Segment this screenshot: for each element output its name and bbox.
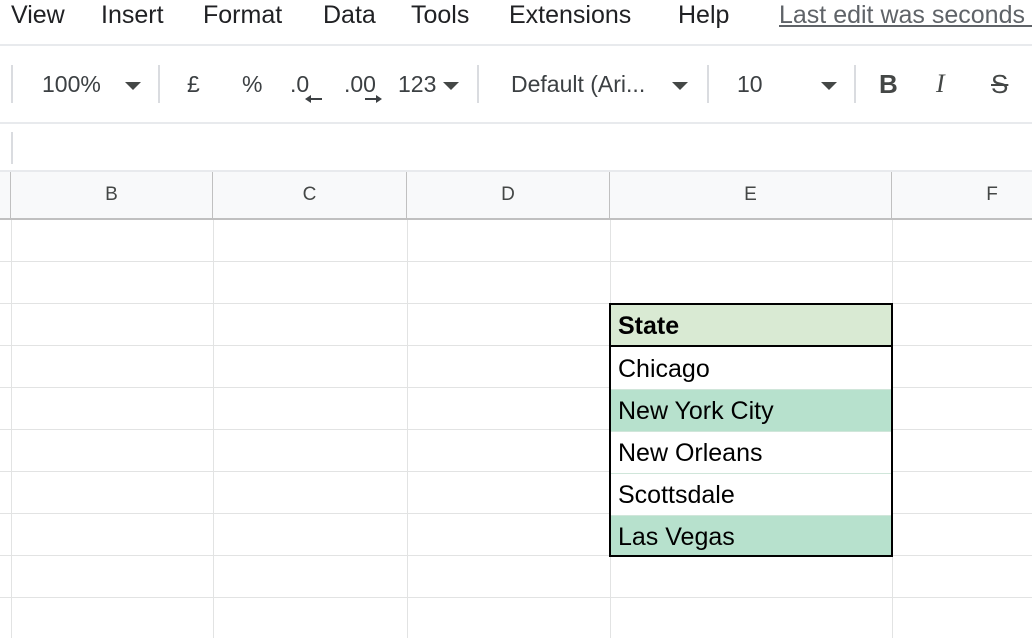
last-edit-link[interactable]: Last edit was seconds ago: [779, 0, 1032, 30]
font-size-value: 10: [737, 71, 763, 97]
table-header-cell[interactable]: State: [611, 305, 891, 347]
column-header-b[interactable]: B: [11, 172, 213, 218]
menu-bar: View Insert Format Data Tools Extensions…: [0, 0, 1032, 46]
menu-insert[interactable]: Insert: [101, 0, 164, 30]
table-cell[interactable]: Scottsdale: [611, 474, 891, 516]
column-header-a-partial[interactable]: [0, 172, 11, 218]
chevron-down-icon: [443, 82, 459, 90]
number-format-select[interactable]: 123: [396, 66, 462, 102]
zoom-select[interactable]: 100%: [30, 66, 150, 102]
toolbar: 100% £ % .0 .00 123 Default (Ari... 10 B…: [0, 46, 1032, 124]
currency-format-button[interactable]: £: [187, 70, 200, 98]
menu-view[interactable]: View: [11, 0, 65, 30]
arrow-right-icon: [365, 95, 382, 103]
formula-bar[interactable]: [0, 124, 1032, 172]
table-cell[interactable]: Las Vegas: [611, 516, 891, 555]
table-cell[interactable]: New York City: [611, 390, 891, 432]
toolbar-divider: [707, 65, 709, 103]
font-family-value: Default (Ari...: [511, 71, 646, 97]
grid-line: [0, 261, 1032, 262]
percent-format-button[interactable]: %: [242, 70, 262, 98]
table-cell[interactable]: Chicago: [611, 348, 891, 390]
formula-bar-divider: [11, 132, 13, 164]
font-size-select[interactable]: 10: [725, 66, 845, 102]
font-family-select[interactable]: Default (Ari...: [500, 66, 695, 102]
column-header-e[interactable]: E: [610, 172, 892, 218]
table-cell[interactable]: New Orleans: [611, 432, 891, 474]
zoom-value: 100%: [42, 71, 101, 97]
menu-help[interactable]: Help: [678, 0, 729, 30]
chevron-down-icon: [672, 82, 688, 90]
menu-format[interactable]: Format: [203, 0, 282, 30]
column-header-c[interactable]: C: [213, 172, 407, 218]
menu-tools[interactable]: Tools: [411, 0, 469, 30]
strikethrough-button[interactable]: S: [991, 70, 1008, 98]
decrease-decimal-button[interactable]: .0: [286, 66, 326, 103]
arrow-left-icon: [305, 95, 322, 103]
column-header-d[interactable]: D: [407, 172, 610, 218]
chevron-down-icon: [125, 82, 141, 90]
column-header-f[interactable]: F: [892, 172, 1032, 218]
italic-button[interactable]: I: [936, 70, 945, 98]
menu-extensions[interactable]: Extensions: [509, 0, 631, 30]
toolbar-divider: [477, 65, 479, 103]
chevron-down-icon: [821, 82, 837, 90]
state-table: State Chicago New York City New Orleans …: [609, 303, 893, 557]
menu-data[interactable]: Data: [323, 0, 376, 30]
toolbar-divider: [11, 65, 13, 103]
grid-line: [0, 597, 1032, 598]
bold-button[interactable]: B: [879, 70, 898, 98]
number-format-label: 123: [398, 71, 437, 97]
increase-decimal-button[interactable]: .00: [340, 66, 386, 103]
toolbar-divider: [158, 65, 160, 103]
column-header-row: B C D E F: [0, 172, 1032, 220]
toolbar-divider: [854, 65, 856, 103]
